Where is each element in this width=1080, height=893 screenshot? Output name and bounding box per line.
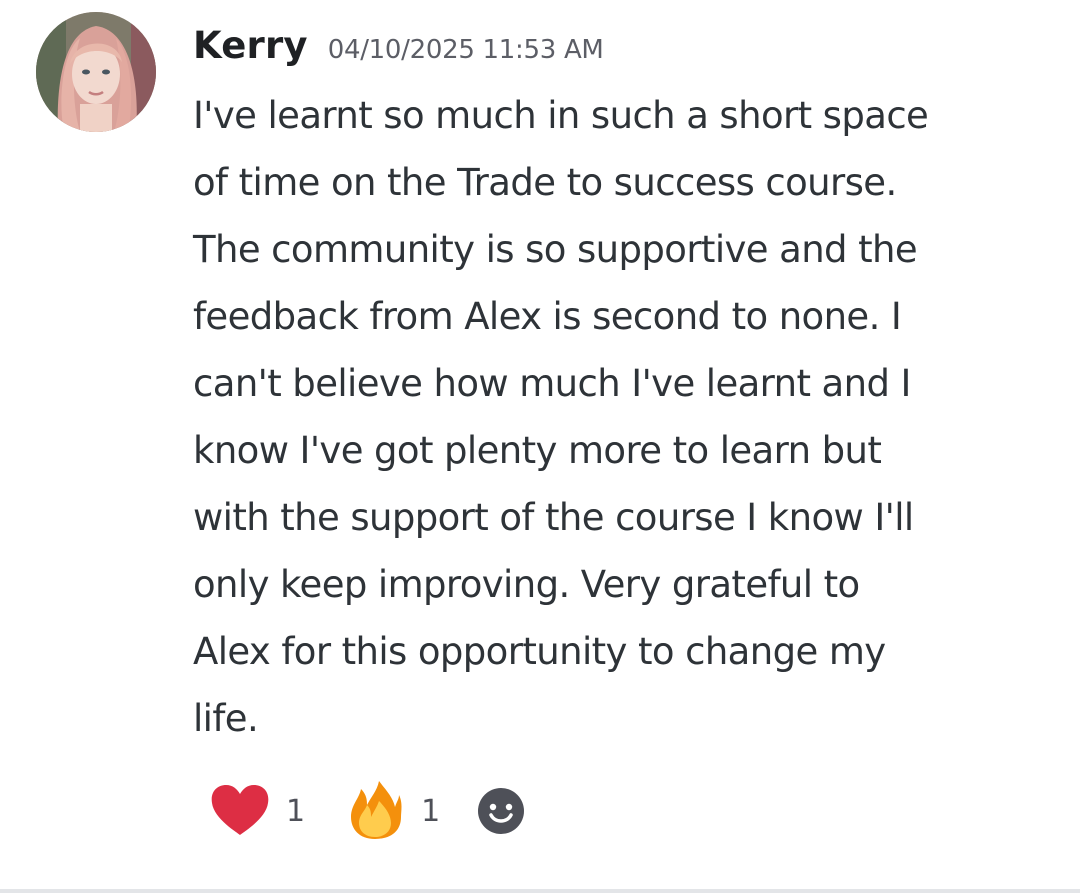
message-content: I've learnt so much in such a short spac… xyxy=(193,82,1048,752)
chat-message: Kerry 04/10/2025 11:53 AM I've learnt so… xyxy=(0,0,1080,893)
message-line: I've learnt so much in such a short spac… xyxy=(193,94,929,137)
reaction-count: 1 xyxy=(286,793,306,829)
reaction-count: 1 xyxy=(421,793,441,829)
message-line: know I've got plenty more to learn but xyxy=(193,429,882,472)
divider xyxy=(0,889,1080,893)
message-line: feedback from Alex is second to none. I xyxy=(193,295,902,338)
reaction-fire[interactable]: 1 xyxy=(343,778,440,844)
message-line: The community is so supportive and the xyxy=(193,228,918,271)
reaction-heart[interactable]: 1 xyxy=(208,778,305,844)
message-line: of time on the Trade to success course. xyxy=(193,161,897,204)
message-line: only keep improving. Very grateful to xyxy=(193,563,860,606)
timestamp: 04/10/2025 11:53 AM xyxy=(327,35,604,65)
message-line: life. xyxy=(193,697,259,740)
message-line: Alex for this opportunity to change my xyxy=(193,630,886,673)
message-header: Kerry 04/10/2025 11:53 AM xyxy=(193,24,604,72)
avatar[interactable] xyxy=(36,12,156,132)
add-reaction-button[interactable] xyxy=(474,784,528,838)
smiley-icon xyxy=(478,788,525,834)
message-line: with the support of the course I know I'… xyxy=(193,496,914,539)
reactions-bar: 1 1 xyxy=(208,778,528,844)
username[interactable]: Kerry xyxy=(193,24,308,67)
message-line: can't believe how much I've learnt and I xyxy=(193,362,911,405)
user-avatar-image xyxy=(36,12,156,132)
heart-icon xyxy=(208,779,272,843)
fire-icon xyxy=(343,779,407,843)
